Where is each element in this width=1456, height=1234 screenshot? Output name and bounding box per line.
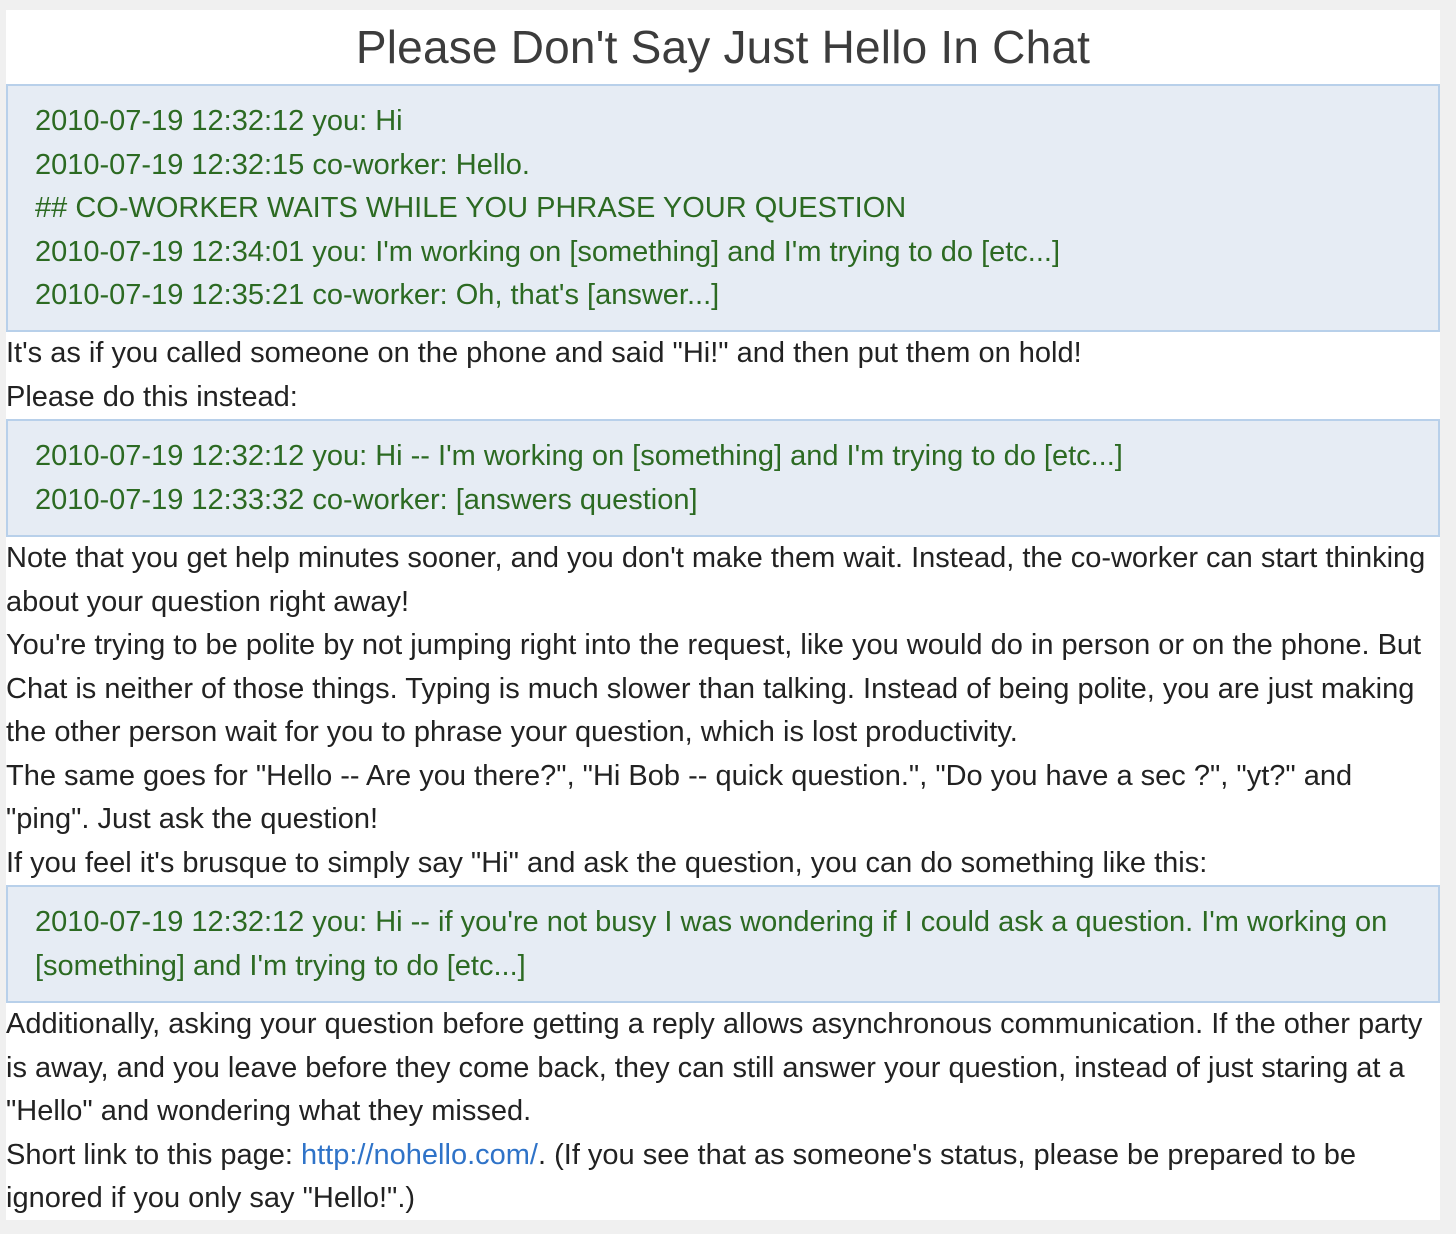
chat-line: 2010-07-19 12:32:12 you: Hi -- I'm worki… xyxy=(35,440,1123,472)
chat-line: 2010-07-19 12:32:12 you: Hi -- if you're… xyxy=(35,906,1388,982)
shortlink-prefix: Short link to this page: xyxy=(6,1138,301,1171)
paragraph-note: Note that you get help minutes sooner, a… xyxy=(6,542,1426,618)
nohello-link[interactable]: http://nohello.com/ xyxy=(301,1139,538,1171)
chat-line: 2010-07-19 12:32:12 you: Hi xyxy=(35,105,403,137)
chat-example-bad: 2010-07-19 12:32:12 you: Hi 2010-07-19 1… xyxy=(6,84,1440,332)
chat-line: 2010-07-19 12:32:15 co-worker: Hello. xyxy=(35,148,530,181)
paragraph-async: Additionally, asking your question befor… xyxy=(6,1008,1423,1127)
paragraph-polite: You're trying to be polite by not jumpin… xyxy=(6,629,1422,748)
paragraph-same: The same goes for "Hello -- Are you ther… xyxy=(6,759,1353,836)
chat-line: ## CO-WORKER WAITS WHILE YOU PHRASE YOUR… xyxy=(35,192,907,224)
chat-line: 2010-07-19 12:33:32 co-worker: [answers … xyxy=(35,483,698,516)
page-title: Please Don't Say Just Hello In Chat xyxy=(355,21,1091,73)
paragraph-shortlink: Short link to this page: http://nohello.… xyxy=(6,1134,1440,1221)
page: Please Don't Say Just Hello In Chat 2010… xyxy=(6,10,1440,1220)
paragraph-phone: It's as if you called someone on the pho… xyxy=(6,337,1082,369)
chat-example-good: 2010-07-19 12:32:12 you: Hi -- I'm worki… xyxy=(6,419,1440,537)
chat-example-polite: 2010-07-19 12:32:12 you: Hi -- if you're… xyxy=(6,885,1440,1003)
chat-line: 2010-07-19 12:35:21 co-worker: Oh, that'… xyxy=(35,279,720,311)
paragraph-brusque: If you feel it's brusque to simply say "… xyxy=(6,846,1208,879)
chat-line: 2010-07-19 12:34:01 you: I'm working on … xyxy=(35,235,1061,268)
paragraph-instead: Please do this instead: xyxy=(6,380,298,413)
